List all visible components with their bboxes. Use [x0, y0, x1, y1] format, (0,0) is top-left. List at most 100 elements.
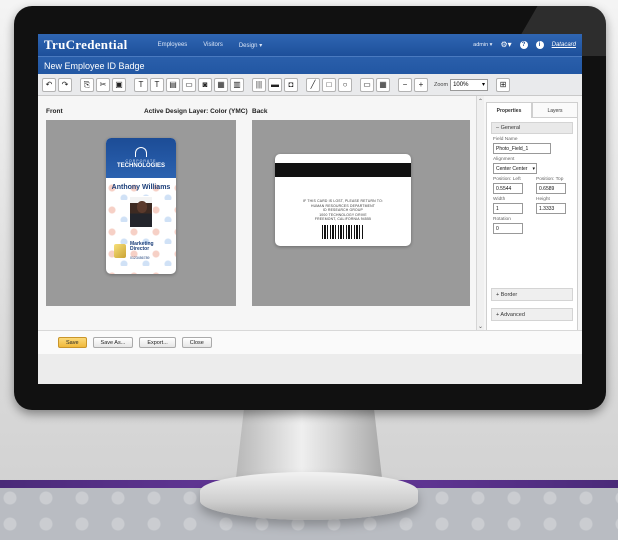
- cardholder-name[interactable]: Anthony Williams: [106, 184, 176, 191]
- scroll-down-icon[interactable]: ⌄: [478, 323, 483, 330]
- user-menu[interactable]: admin ▾: [473, 42, 492, 48]
- alignment-value: Center Center: [496, 166, 528, 172]
- active-layer-label: Active Design Layer: Color (YMC): [144, 108, 248, 115]
- export-button[interactable]: Export...: [139, 337, 176, 348]
- zoom-in-icon[interactable]: +: [414, 77, 428, 92]
- page-title-bar: New Employee ID Badge: [38, 56, 582, 74]
- save-as-button[interactable]: Save As...: [92, 337, 134, 348]
- datacard-link[interactable]: Datacard: [552, 42, 576, 48]
- monitor-base: [200, 472, 418, 520]
- cut-icon[interactable]: ✂: [96, 77, 110, 92]
- alignment-select[interactable]: Center Center ▾: [493, 163, 537, 174]
- border-section-header[interactable]: + Border: [491, 288, 573, 301]
- page-title: New Employee ID Badge: [44, 60, 145, 71]
- position-top-label: Position: Top: [536, 177, 564, 182]
- photo-icon[interactable]: ◙: [198, 77, 212, 92]
- zoom-select[interactable]: 100% ▾: [450, 78, 489, 91]
- redo-icon[interactable]: ↷: [58, 77, 72, 92]
- chevron-down-icon: ▾: [482, 82, 486, 88]
- canvas-scrollbar[interactable]: ⌃ ⌄: [476, 96, 484, 332]
- chevron-down-icon: ▾: [532, 166, 535, 172]
- general-section-header[interactable]: – General: [491, 122, 573, 134]
- save-button[interactable]: Save: [58, 337, 87, 348]
- company-line2: TECHNOLOGIES: [116, 163, 165, 169]
- return-line: FREEMONT, CALIFORNIA 94555: [314, 217, 372, 222]
- front-label: Front: [46, 108, 63, 115]
- line-icon[interactable]: ╱: [306, 77, 320, 92]
- position-left-input[interactable]: 0.5544: [493, 183, 523, 194]
- zoom-value: 100%: [453, 81, 469, 88]
- text-box-icon[interactable]: T: [134, 77, 148, 92]
- bottom-strip: [38, 354, 582, 384]
- paste-icon[interactable]: ▣: [112, 77, 126, 92]
- width-label: Width: [493, 197, 506, 202]
- image-field-icon[interactable]: ▥: [230, 77, 244, 92]
- size-row: Width 1 Height 1.3333: [491, 194, 573, 214]
- footer-actions: Save Save As... Export... Close: [38, 330, 582, 354]
- role-text[interactable]: Marketing Director: [130, 241, 154, 253]
- return-address[interactable]: IF THIS CARD IS LOST, PLEASE RETURN TO: …: [275, 199, 411, 222]
- image-icon[interactable]: ▭: [182, 77, 196, 92]
- card-header: CORPORATE TECHNOLOGIES: [106, 138, 176, 178]
- front-design-panel[interactable]: CORPORATE TECHNOLOGIES Anthony Williams …: [46, 120, 236, 306]
- nav-design[interactable]: Design ▾: [239, 42, 262, 49]
- id-number[interactable]: 0123456789: [130, 256, 149, 260]
- field-name-input[interactable]: Photo_Field_1: [493, 143, 551, 154]
- canvas-area: Front Active Design Layer: Color (YMC) B…: [38, 96, 476, 332]
- properties-body: – General Field Name Photo_Field_1 Align…: [486, 118, 578, 332]
- rectangle-icon[interactable]: □: [322, 77, 336, 92]
- properties-tabs: Properties Layers: [486, 102, 578, 118]
- back-design-panel[interactable]: IF THIS CARD IS LOST, PLEASE RETURN TO: …: [252, 120, 470, 306]
- copy-icon[interactable]: ⎘: [80, 77, 94, 92]
- smart-chip[interactable]: [114, 244, 126, 258]
- front-card[interactable]: CORPORATE TECHNOLOGIES Anthony Williams …: [106, 138, 176, 274]
- nav-visitors[interactable]: Visitors: [203, 42, 223, 48]
- info-icon[interactable]: i: [535, 41, 544, 49]
- chip-icon[interactable]: ◘: [284, 77, 298, 92]
- tab-properties[interactable]: Properties: [486, 102, 532, 118]
- position-row: Position: Left 0.5544 Position: Top 0.65…: [491, 174, 573, 194]
- width-input[interactable]: 1: [493, 203, 523, 214]
- height-input[interactable]: 1.3333: [536, 203, 566, 214]
- close-button[interactable]: Close: [181, 337, 212, 348]
- company-logo-icon: [135, 147, 147, 157]
- undo-icon[interactable]: ↶: [42, 77, 56, 92]
- position-left-label: Position: Left: [493, 177, 521, 182]
- monitor: TruCredential Employees Visitors Design …: [14, 6, 606, 410]
- barcode[interactable]: [322, 225, 364, 239]
- tab-layers[interactable]: Layers: [532, 102, 578, 118]
- photo-field-icon[interactable]: ▦: [214, 77, 228, 92]
- ellipse-icon[interactable]: ○: [338, 77, 352, 92]
- help-icon[interactable]: ?: [519, 41, 528, 49]
- text-field-icon[interactable]: ▤: [166, 77, 180, 92]
- rotation-label: Rotation: [493, 217, 511, 222]
- layout-icon[interactable]: ⊞: [496, 77, 511, 92]
- app-header: TruCredential Employees Visitors Design …: [38, 34, 582, 56]
- grid-icon[interactable]: ▦: [376, 77, 390, 92]
- height-label: Height: [536, 197, 550, 202]
- position-top-input[interactable]: 0.6589: [536, 183, 566, 194]
- properties-panel: Properties Layers – General Field Name P…: [486, 102, 578, 332]
- alignment-label: Alignment: [493, 157, 515, 162]
- text-icon[interactable]: T: [150, 77, 164, 92]
- rotation-input[interactable]: 0: [493, 223, 523, 234]
- gear-icon[interactable]: ⚙▾: [500, 41, 511, 49]
- back-card[interactable]: IF THIS CARD IS LOST, PLEASE RETURN TO: …: [275, 154, 411, 246]
- barcode-icon[interactable]: |||: [252, 77, 266, 92]
- advanced-section-header[interactable]: + Advanced: [491, 308, 573, 321]
- app-logo[interactable]: TruCredential: [44, 37, 128, 53]
- toolbar: ↶ ↷ ⎘ ✂ ▣ T T ▤ ▭ ◙ ▦ ▥ ||| ▬ ◘ ╱ □ ○ ▭ …: [38, 74, 582, 96]
- nav-employees[interactable]: Employees: [158, 42, 188, 48]
- role-line2: Director: [130, 246, 150, 253]
- workspace: Front Active Design Layer: Color (YMC) B…: [38, 96, 582, 356]
- magstripe-icon[interactable]: ▬: [268, 77, 282, 92]
- small-box-icon[interactable]: ▭: [360, 77, 374, 92]
- portrait-face: [137, 201, 147, 213]
- zoom-label: Zoom: [434, 81, 449, 88]
- scroll-up-icon[interactable]: ⌃: [478, 98, 483, 105]
- screen: TruCredential Employees Visitors Design …: [38, 34, 582, 384]
- field-name-label: Field Name: [493, 137, 518, 142]
- photo-field[interactable]: [129, 196, 153, 228]
- magnetic-stripe[interactable]: [275, 163, 411, 177]
- zoom-out-icon[interactable]: −: [398, 77, 412, 92]
